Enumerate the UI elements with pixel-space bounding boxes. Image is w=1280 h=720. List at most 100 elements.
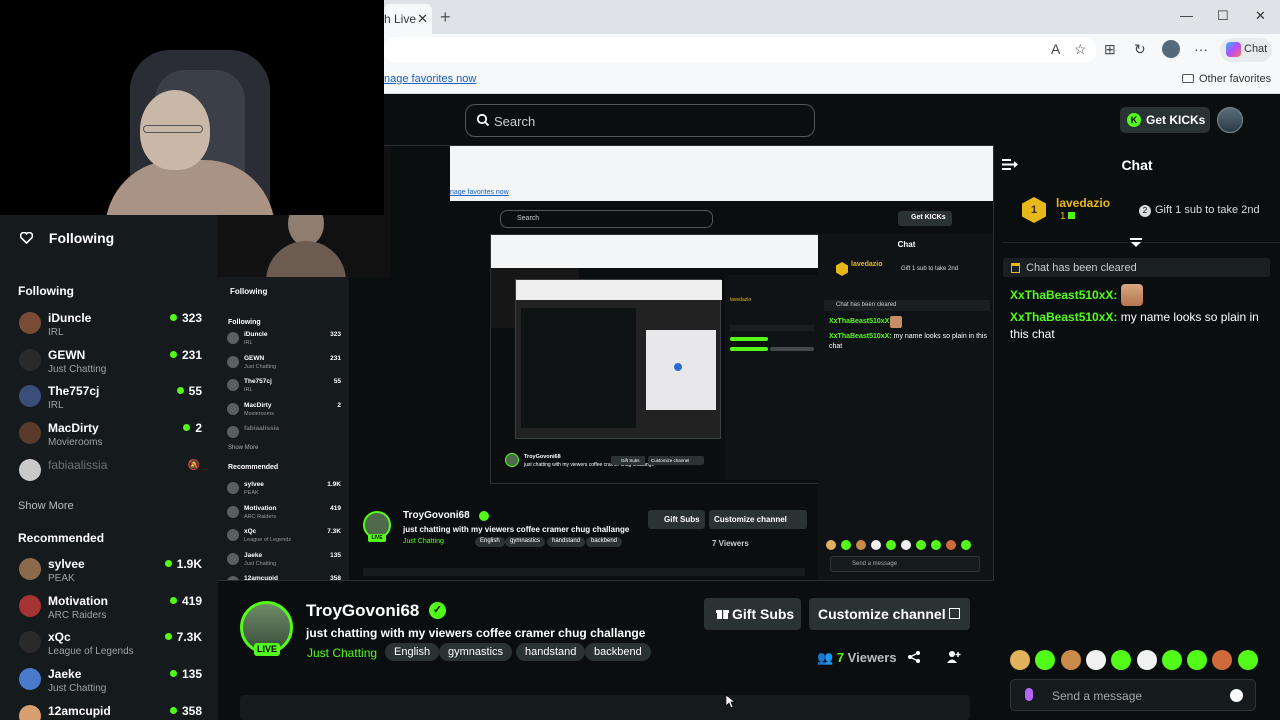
chat-cleared-label: Chat has been cleared [1026,262,1137,274]
recommended-item[interactable]: sylvee PEAK 1.9K [18,556,204,588]
live-dot-icon [169,350,177,358]
close-window-icon[interactable]: ✕ [1255,8,1266,24]
emote-icon[interactable] [1060,650,1081,670]
nested3-calendar-selected [674,363,682,371]
other-favorites-folder[interactable]: Other favorites [1182,73,1271,85]
search-input[interactable]: Search [465,104,815,137]
following-item[interactable]: iDuncle IRL 323 [18,310,204,342]
nested-send: Send a message [830,556,980,572]
recommended-item[interactable]: Motivation ARC Raiders 419 [18,593,204,625]
tag-handstand[interactable]: handstand [516,643,586,661]
viewer-number: 358 [181,703,202,718]
show-more-button[interactable]: Show More [18,500,74,512]
emote-icon[interactable] [1010,650,1030,670]
nested-customize-label: Customize channel [714,515,787,524]
emote-icon[interactable] [1111,650,1132,670]
recommended-item[interactable]: xQc League of Legends 7.3K [18,629,204,661]
nested-avatar [227,529,239,541]
favorite-star-icon[interactable]: ☆ [1074,41,1087,58]
following-item[interactable]: The757cj IRL 55 [18,383,204,415]
nested-category: Just Chatting [244,560,277,567]
copilot-label: Chat [1244,43,1268,55]
tag-gymnastics[interactable]: gymnastics [439,643,513,661]
nested-chat-title: Chat [897,240,916,249]
following-item[interactable]: MacDirty Movierooms 2 [18,420,204,452]
leaderboard-user[interactable]: lavedazio [1056,196,1110,210]
nested-category: IRL [244,387,253,393]
nested-count: 2 [337,401,341,409]
viewer-number: 135 [181,667,202,682]
follow-user-icon[interactable] [946,650,961,664]
emote-icon[interactable] [1136,650,1157,670]
nested-name: MacDirty [244,401,272,409]
tab-close-icon[interactable]: ✕ [417,11,428,27]
nested-name: fabiaalissia [244,425,280,432]
tag-backbend[interactable]: backbend [585,643,651,661]
minimize-icon[interactable]: — [1180,8,1193,23]
nested-below-bar [363,568,805,576]
nested-tag: handstand [547,537,586,547]
share-icon[interactable] [907,650,921,664]
manage-favorites-link[interactable]: nage favorites now [384,73,476,85]
nested-verified-icon [479,511,489,521]
about-section [240,695,970,720]
emote-icon[interactable] [1035,650,1056,670]
nested-emote-icon [871,540,881,550]
channel-name[interactable]: TroyGovoni68 [306,601,419,621]
sidebar-following-header[interactable]: Following [20,230,114,246]
nested-emote-icon [886,540,896,550]
nested-category: PEAK [244,490,259,496]
copilot-button[interactable]: Chat [1220,38,1272,62]
nested-level-3 [515,279,722,439]
recommended-item[interactable]: 12amcupid 358 [18,703,204,720]
maximize-icon[interactable]: ☐ [1217,8,1229,24]
folder-icon [1182,74,1194,83]
tag-english[interactable]: English [385,643,440,661]
emote-icon[interactable] [1161,650,1182,670]
get-kicks-button[interactable]: K Get KICKs [1120,107,1210,133]
gift-prompt[interactable]: 2 Gift 1 sub to take 2nd [1139,204,1260,217]
following-item[interactable]: GEWN Just Chatting 231 [18,347,204,379]
emote-icon[interactable] [1212,650,1233,670]
get-kicks-label: Get KICKs [1146,113,1206,127]
browser-tab[interactable]: h Live ✕ [384,4,432,34]
stream-category[interactable]: Just Chatting [307,646,377,660]
history-icon[interactable]: ↻ [1134,41,1146,58]
expand-leaderboard-icon[interactable] [1130,238,1142,248]
nested-emote-icon [856,540,866,550]
chat-username[interactable]: XxThaBeast510xX: [1010,310,1117,324]
extensions-icon[interactable]: ⊞ [1104,41,1116,58]
microphone-icon[interactable] [1025,688,1033,701]
chat-username[interactable]: XxThaBeast510xX: [1010,288,1117,302]
recommended-item[interactable]: Jaeke Just Chatting 135 [18,666,204,698]
nested2-chat: lavedazio [725,275,820,480]
emote-icon[interactable] [1237,650,1258,670]
user-avatar[interactable] [1217,107,1243,133]
nested-emote-icon [916,540,926,550]
channel-name: GEWN [48,347,86,362]
nested-following-title: Following [230,287,268,296]
gift-subs-button[interactable]: Gift Subs [704,598,801,630]
customize-channel-button[interactable]: Customize channel [809,598,970,630]
emote-icon[interactable] [1187,650,1208,670]
nested-emote-icon [826,540,836,550]
chat-message-input[interactable]: Send a message [1010,679,1256,711]
channel-avatar [19,631,41,654]
url-field[interactable] [384,37,1096,63]
viewer-number: 323 [181,311,202,325]
read-aloud-icon[interactable]: A [1051,41,1060,57]
nested-viewers: 7 Viewers [712,539,749,548]
more-menu-icon[interactable]: ··· [1194,41,1208,57]
nested-sidebar: Following Following iDuncle IRL 323 GEWN Jus… [218,277,349,580]
new-tab-icon[interactable]: + [440,7,451,28]
following-item[interactable]: fabiaalissia 🔕 [18,457,204,489]
viewer-number: 7 [836,650,845,665]
nested2-msg-user [730,337,768,341]
emoji-picker-icon[interactable] [1230,689,1243,702]
emote-icon[interactable] [1085,650,1106,670]
nested-name: GEWN [244,354,265,362]
viewer-count: 135 [169,667,202,682]
nested-msg: XxThaBeast510xX: my name looks so plain … [829,332,989,352]
channel-avatar [19,348,41,371]
profile-avatar[interactable] [1162,40,1180,58]
